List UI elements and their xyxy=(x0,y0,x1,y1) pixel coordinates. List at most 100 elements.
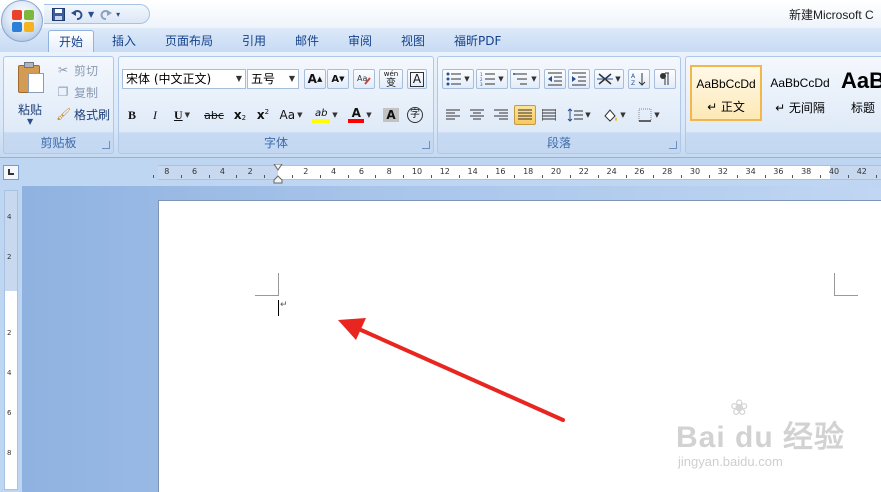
brush-icon: 🖌 xyxy=(56,107,72,121)
distributed-icon[interactable] xyxy=(538,105,560,125)
undo-dropdown-icon[interactable]: ▼ xyxy=(88,10,94,19)
ruler-tick xyxy=(847,175,849,178)
borders-icon[interactable]: ▼ xyxy=(634,105,664,125)
paragraph-mark: ↵ xyxy=(280,300,288,310)
italic-button[interactable]: I xyxy=(145,105,165,125)
strikethrough-button[interactable]: abc xyxy=(201,105,227,125)
phonetic-guide-button[interactable]: wén 变 xyxy=(379,69,403,89)
tab-mailings[interactable]: 邮件 xyxy=(285,30,329,52)
paragraph-dialog-launcher-icon[interactable] xyxy=(669,141,677,149)
text-highlight-button[interactable]: ab ▼ xyxy=(309,105,341,125)
tab-stop-selector-icon[interactable] xyxy=(3,165,19,180)
clipboard-group: 粘贴 ▼ ✂ 剪切 ❐ 复制 🖌 格式刷 剪贴板 xyxy=(3,56,114,154)
align-right-icon[interactable] xyxy=(490,105,512,125)
style-normal[interactable]: AaBbCcDd ↵ 正文 xyxy=(690,65,762,121)
ruler-label: 8 xyxy=(164,167,170,176)
ruler-label: 8 xyxy=(386,167,392,176)
shrink-font-button[interactable]: A ▼ xyxy=(327,69,349,89)
tab-foxit-pdf[interactable]: 福昕PDF xyxy=(444,30,511,52)
window-title: 新建Microsoft C xyxy=(789,8,874,22)
multilevel-list-icon[interactable]: ▼ xyxy=(510,69,540,89)
ruler-label: 30 xyxy=(689,167,701,176)
numbering-icon[interactable]: 1 2 3 ▼ xyxy=(476,69,508,89)
decrease-indent-icon[interactable] xyxy=(544,69,566,89)
ribbon: 粘贴 ▼ ✂ 剪切 ❐ 复制 🖌 格式刷 剪贴板 宋体 (中文正文) ▼ 五号 ▼ … xyxy=(0,52,881,158)
underline-button[interactable]: U ▼ xyxy=(169,105,195,125)
align-left-icon[interactable] xyxy=(442,105,464,125)
clear-formatting-icon[interactable]: Aa xyxy=(353,69,375,89)
ruler-tick xyxy=(152,175,154,178)
format-painter-button[interactable]: 🖌 格式刷 xyxy=(56,105,110,123)
font-color-button[interactable]: A ▼ xyxy=(345,105,375,125)
ruler-tick xyxy=(653,175,655,178)
ruler-tick xyxy=(319,175,321,178)
undo-icon[interactable] xyxy=(69,6,85,22)
vertical-ruler[interactable]: 4 2 2 4 6 8 xyxy=(0,186,22,492)
ruler-label: 28 xyxy=(662,167,673,176)
show-marks-icon[interactable] xyxy=(654,69,676,89)
ruler-label: 4 xyxy=(219,167,225,176)
style-no-spacing[interactable]: AaBbCcDd ↵ 无间隔 xyxy=(766,65,834,121)
align-center-icon[interactable] xyxy=(466,105,488,125)
indent-marker-icon[interactable] xyxy=(273,164,283,184)
tab-view[interactable]: 视图 xyxy=(391,30,435,52)
justify-icon[interactable] xyxy=(514,105,536,125)
copy-button[interactable]: ❐ 复制 xyxy=(56,83,98,101)
bold-button[interactable]: B xyxy=(122,105,142,125)
customize-qat-icon[interactable]: ▾ xyxy=(116,10,120,19)
paste-dropdown-icon[interactable]: ▼ xyxy=(27,117,33,126)
sort-icon[interactable]: AZ xyxy=(628,69,650,89)
character-shading-button[interactable]: A xyxy=(381,105,401,125)
tab-review[interactable]: 审阅 xyxy=(338,30,382,52)
bullets-icon[interactable]: ▼ xyxy=(442,69,474,89)
superscript-button[interactable]: x2 xyxy=(253,105,273,125)
cut-button[interactable]: ✂ 剪切 xyxy=(56,61,98,79)
title-bar: ▼ ▾ 新建Microsoft C xyxy=(0,0,881,28)
character-border-button[interactable]: A xyxy=(407,69,427,89)
paste-button[interactable]: 粘贴 xyxy=(18,101,42,118)
grow-font-button[interactable]: A ▲ xyxy=(304,69,326,89)
tab-insert[interactable]: 插入 xyxy=(102,30,146,52)
vertical-ruler-label: 4 xyxy=(7,369,12,377)
enclose-characters-button[interactable]: 字 xyxy=(405,105,425,125)
paste-icon[interactable] xyxy=(16,61,46,97)
font-name-combo[interactable]: 宋体 (中文正文) ▼ xyxy=(122,69,246,89)
ruler-label: 42 xyxy=(856,167,867,176)
subscript-button[interactable]: x2 xyxy=(230,105,250,125)
increase-indent-icon[interactable] xyxy=(568,69,590,89)
ruler-tick xyxy=(736,175,738,178)
redo-icon[interactable] xyxy=(97,6,113,22)
ruler-label: 4 xyxy=(331,167,337,176)
style-heading-1[interactable]: AaB 标题 xyxy=(836,65,881,121)
ruler-tick xyxy=(875,175,877,178)
ruler-tick xyxy=(291,175,293,178)
ruler-label: 2 xyxy=(247,167,253,176)
ruler-tick xyxy=(180,175,182,178)
chinese-layout-icon[interactable]: ▼ xyxy=(594,69,624,89)
tab-home[interactable]: 开始 xyxy=(48,30,95,52)
tab-references[interactable]: 引用 xyxy=(232,30,276,52)
tab-page-layout[interactable]: 页面布局 xyxy=(155,30,223,52)
line-spacing-icon[interactable]: ▼ xyxy=(564,105,594,125)
ruler-tick xyxy=(403,175,405,178)
ruler-label: 12 xyxy=(439,167,450,176)
styles-group: AaBbCcDd ↵ 正文 AaBbCcDd ↵ 无间隔 AaB 标题 xyxy=(685,56,881,154)
office-button[interactable] xyxy=(1,0,43,42)
ruler-tick xyxy=(625,175,627,178)
vertical-ruler-label: 4 xyxy=(7,213,12,221)
shading-icon[interactable]: ▼ xyxy=(598,105,630,125)
ruler-label: 6 xyxy=(192,167,198,176)
save-icon[interactable] xyxy=(50,6,66,22)
ruler-tick xyxy=(569,175,571,178)
vertical-ruler-label: 8 xyxy=(7,449,12,457)
ruler-tick xyxy=(681,175,683,178)
horizontal-ruler[interactable]: 8 6 4 2 2 4 6 8 10 12 14 16 18 20 22 24 26 28 30 32 34 36 38 40… xyxy=(152,165,881,180)
svg-text:Z: Z xyxy=(631,80,635,86)
ruler-label: 16 xyxy=(495,167,506,176)
ruler-label: 38 xyxy=(801,167,812,176)
font-dialog-launcher-icon[interactable] xyxy=(422,141,430,149)
font-size-combo[interactable]: 五号 ▼ xyxy=(247,69,299,89)
change-case-button[interactable]: Aa ▼ xyxy=(277,105,305,125)
clipboard-dialog-launcher-icon[interactable] xyxy=(102,141,110,149)
ruler-tick xyxy=(458,175,460,178)
